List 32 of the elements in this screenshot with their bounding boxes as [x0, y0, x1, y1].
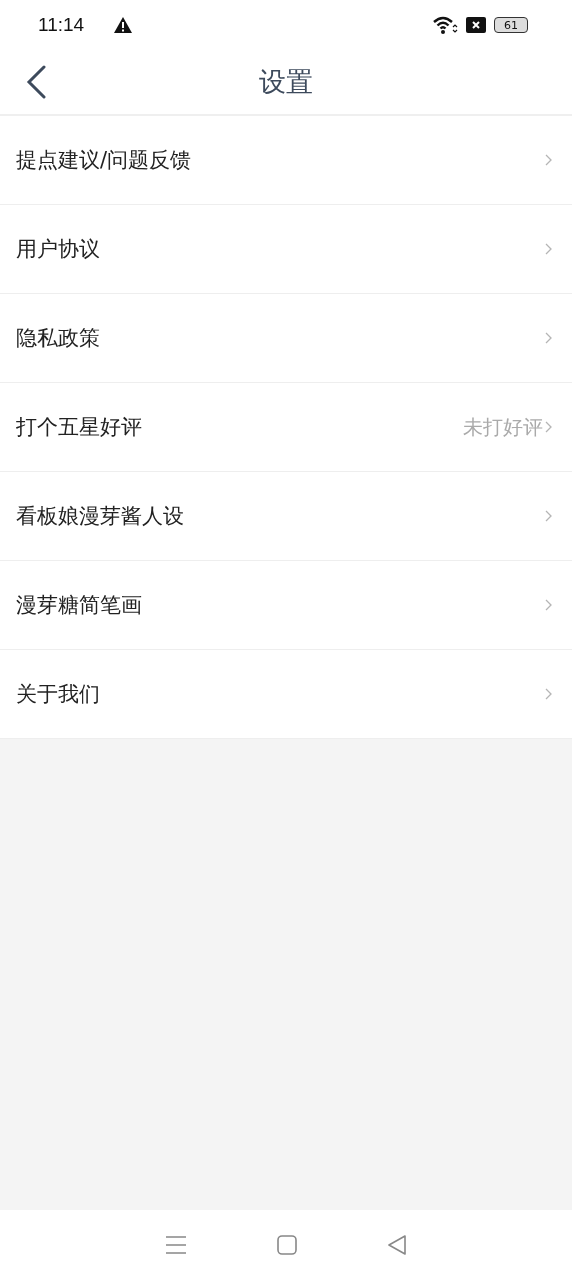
chevron-icon: [545, 599, 552, 611]
settings-item[interactable]: 用户协议: [0, 205, 572, 294]
item-label: 用户协议: [16, 236, 101, 263]
settings-item[interactable]: 漫芽糖简笔画: [0, 561, 572, 650]
warning-icon: [114, 17, 133, 33]
settings-item[interactable]: 隐私政策: [0, 294, 572, 383]
status-time: 11:14: [38, 14, 85, 36]
chevron-icon: [545, 154, 552, 166]
item-label: 提点建议/问题反馈: [16, 147, 193, 174]
back-button[interactable]: [25, 65, 47, 99]
back-nav-icon[interactable]: [387, 1235, 407, 1255]
item-label: 漫芽糖简笔画: [16, 592, 143, 619]
item-value: 未打好评: [463, 413, 543, 441]
settings-item[interactable]: 关于我们: [0, 650, 572, 739]
item-label: 隐私政策: [16, 325, 101, 352]
chevron-icon: [545, 510, 552, 522]
home-button[interactable]: [277, 1235, 297, 1255]
item-label: 看板娘漫芽酱人设: [16, 503, 185, 530]
chevron-icon: [545, 688, 552, 700]
settings-item[interactable]: 看板娘漫芽酱人设: [0, 472, 572, 561]
page-title: 设置: [259, 65, 313, 99]
item-label: 关于我们: [16, 681, 101, 708]
no-sim-icon: [466, 17, 486, 33]
chevron-icon: [545, 332, 552, 344]
menu-icon[interactable]: [165, 1235, 187, 1255]
chevron-icon: [545, 421, 552, 433]
item-label: 打个五星好评: [16, 414, 143, 441]
battery-icon: 61: [494, 17, 528, 33]
chevron-icon: [545, 243, 552, 255]
wifi-icon: [432, 15, 458, 35]
settings-item[interactable]: 提点建议/问题反馈: [0, 116, 572, 205]
settings-item[interactable]: 打个五星好评 未打好评: [0, 383, 572, 472]
